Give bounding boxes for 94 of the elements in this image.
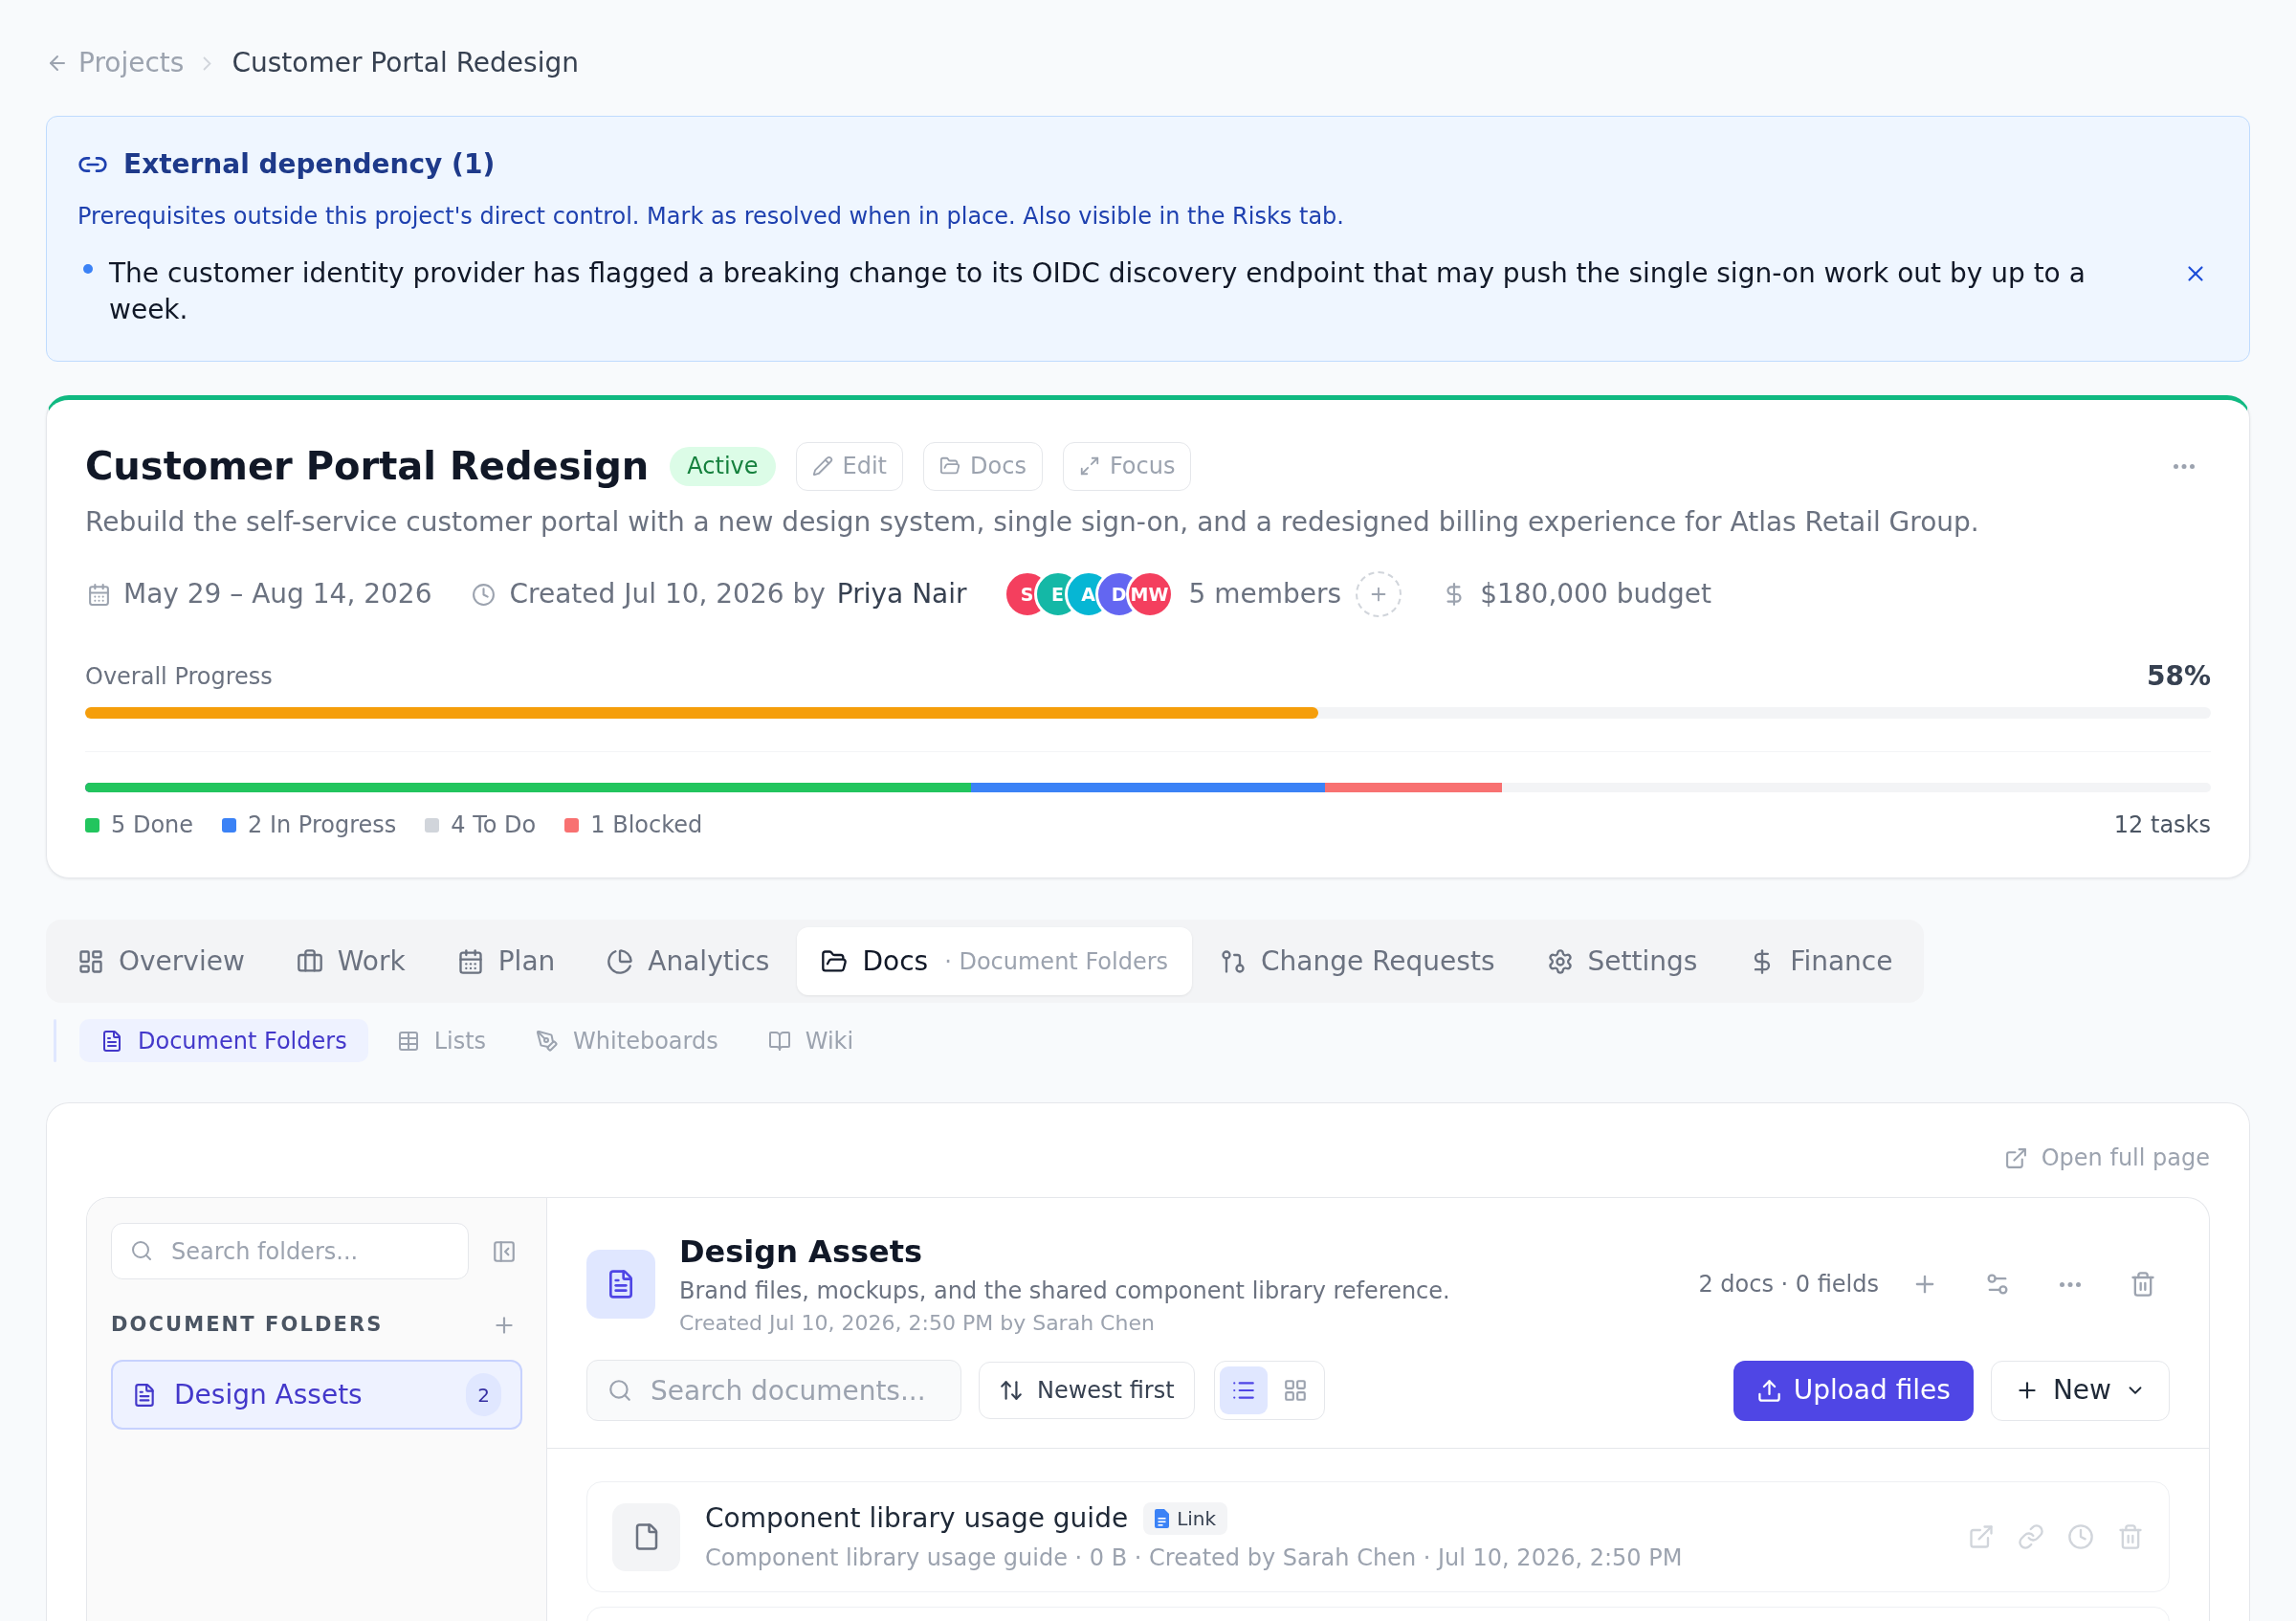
document-icon xyxy=(132,1382,157,1408)
document-meta: Component library usage guide · 0 B · Created by Sarah Chen · Jul 10, 2026, 2:50 PM xyxy=(705,1543,1684,1573)
clock-icon xyxy=(2067,1523,2094,1550)
pencil-icon xyxy=(811,455,833,477)
external-link-icon xyxy=(1968,1523,1995,1550)
task-total: 12 tasks xyxy=(2113,810,2211,840)
legend-label: 2 In Progress xyxy=(248,810,397,840)
expand-icon xyxy=(1078,455,1100,477)
calendar-icon xyxy=(87,582,111,607)
member-count: 5 members xyxy=(1188,577,1342,611)
tab[interactable]: Change Requests xyxy=(1196,927,1519,995)
subtab[interactable]: Wiki xyxy=(746,1019,875,1062)
folder-icon xyxy=(939,455,961,477)
chevron-icon xyxy=(203,56,212,71)
tab[interactable]: Work xyxy=(272,927,430,995)
sort-button[interactable]: Newest first xyxy=(979,1362,1195,1419)
copy-link-button[interactable] xyxy=(2018,1523,2044,1550)
alert-title: External dependency (1) xyxy=(123,147,496,182)
breadcrumb-current: Customer Portal Redesign xyxy=(232,46,579,80)
link-icon xyxy=(2018,1523,2044,1550)
folder-stats: 2 docs · 0 fields xyxy=(1698,1270,1879,1299)
tab[interactable]: Docs · Document Folders xyxy=(797,927,1193,995)
pen-icon xyxy=(536,1029,560,1053)
external-link-icon xyxy=(2003,1145,2028,1170)
tab[interactable]: Settings xyxy=(1522,927,1722,995)
file-icon xyxy=(612,1502,680,1571)
trash-icon xyxy=(2117,1523,2144,1550)
more-icon xyxy=(2174,463,2195,469)
legend-label: 5 Done xyxy=(111,810,194,840)
folder-created: Created Jul 10, 2026, 2:50 PM by Sarah Chen xyxy=(679,1310,1156,1337)
count-badge: 2 xyxy=(466,1373,501,1416)
grid-icon xyxy=(1282,1378,1308,1403)
trash-icon xyxy=(2130,1271,2156,1298)
tab[interactable]: Plan xyxy=(432,927,580,995)
legend-label: 4 To Do xyxy=(451,810,537,840)
table-icon xyxy=(396,1029,420,1053)
date-range: May 29 – Aug 14, 2026 xyxy=(123,577,432,611)
folder-description: Brand files, mockups, and the shared component library reference. xyxy=(679,1277,1451,1306)
subtab[interactable]: Whiteboards xyxy=(515,1019,740,1062)
document-icon xyxy=(100,1029,123,1053)
progress-reading: 58% xyxy=(2146,659,2211,694)
sort-arrows-icon xyxy=(999,1378,1024,1403)
type-badge: Link xyxy=(1143,1502,1228,1535)
upload-button[interactable]: Upload files xyxy=(1733,1360,1974,1421)
open-full-page-link[interactable]: Open full page xyxy=(2003,1142,2210,1174)
status-badge: Active xyxy=(670,446,776,486)
folder-title: Design Assets xyxy=(679,1232,923,1272)
tab[interactable]: Analytics xyxy=(583,927,794,995)
created-text: Created Jul 10, 2026 by xyxy=(509,577,826,611)
legend-label: 1 Blocked xyxy=(590,810,703,840)
collapse-panel-icon xyxy=(492,1238,517,1264)
alert-description: Prerequisites outside this project's direct control. Mark as resolved when in place. Also visible in the Risks tab. xyxy=(77,202,1345,232)
more-icon xyxy=(2060,1281,2081,1287)
delete-button[interactable] xyxy=(2117,1523,2144,1550)
history-button[interactable] xyxy=(2067,1523,2094,1550)
creator-name: Priya Nair xyxy=(836,577,967,611)
folder-document-icon xyxy=(586,1250,655,1319)
pull-request-icon xyxy=(1220,947,1247,975)
upload-icon xyxy=(1755,1377,1782,1404)
action-button[interactable]: Edit xyxy=(795,441,904,491)
subtab[interactable]: Lists xyxy=(375,1019,508,1062)
briefcase-icon xyxy=(296,947,323,975)
project-description: Rebuild the self-service customer portal with a new design system, single sign-on, and a redesigned billing experience for Atlas Retail Group. xyxy=(85,505,1980,540)
search-icon xyxy=(607,1378,632,1403)
subtab[interactable]: Document Folders xyxy=(79,1019,368,1062)
pie-chart-icon xyxy=(607,947,634,975)
folders-heading: DOCUMENT FOLDERS xyxy=(111,1312,384,1339)
document-title: Component library usage guide xyxy=(705,1501,1129,1536)
action-button[interactable]: Focus xyxy=(1062,441,1192,491)
new-button[interactable]: New xyxy=(1990,1360,2170,1421)
folder-item[interactable]: Design Assets 2 xyxy=(111,1360,522,1430)
clock-icon xyxy=(472,582,497,607)
document-row[interactable]: Component library usage guide Link Component library usage guide · 0 B · Created by Sarah Chen · Jul 10, 2026, 2:50 PM xyxy=(586,1481,2170,1592)
settings-icon xyxy=(1546,947,1574,975)
back-link[interactable]: Projects xyxy=(46,43,185,83)
view-button[interactable] xyxy=(1219,1366,1268,1414)
action-button[interactable]: Docs xyxy=(923,441,1043,491)
bullet-icon xyxy=(83,264,93,274)
calendar-icon xyxy=(456,947,484,975)
dependency-text: The customer identity provider has flagged a breaking change to its OIDC discovery endpoint that may push the single sign-on work out by up to a week. xyxy=(109,256,2086,327)
budget-text: $180,000 budget xyxy=(1480,577,1711,611)
book-icon xyxy=(767,1029,791,1053)
search-field[interactable]: Search documents... xyxy=(586,1360,961,1421)
open-button[interactable] xyxy=(1968,1523,1995,1550)
search-icon xyxy=(130,1239,153,1262)
doc-file-icon xyxy=(1155,1509,1170,1528)
search-field[interactable]: Search folders... xyxy=(111,1223,469,1279)
add-member-button[interactable] xyxy=(1356,571,1402,617)
tab[interactable]: Overview xyxy=(54,927,269,995)
member-avatar: MW xyxy=(1125,570,1174,618)
project-title: Customer Portal Redesign xyxy=(85,443,650,490)
dashboard-icon xyxy=(77,947,104,975)
progress-label: Overall Progress xyxy=(85,662,273,692)
tab[interactable]: Finance xyxy=(1725,927,1917,995)
